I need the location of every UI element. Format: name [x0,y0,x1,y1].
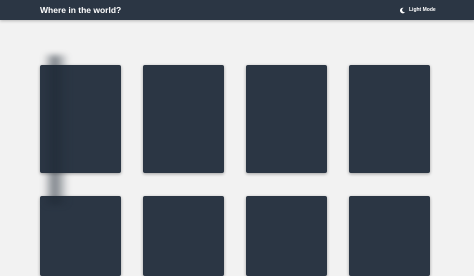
country-card[interactable] [40,65,121,173]
country-card[interactable] [143,65,224,173]
country-card[interactable] [246,65,327,173]
country-card[interactable] [246,196,327,276]
country-card[interactable] [40,196,121,276]
country-card[interactable] [143,196,224,276]
country-card-grid [0,0,474,276]
country-card[interactable] [349,65,430,173]
country-card[interactable] [349,196,430,276]
